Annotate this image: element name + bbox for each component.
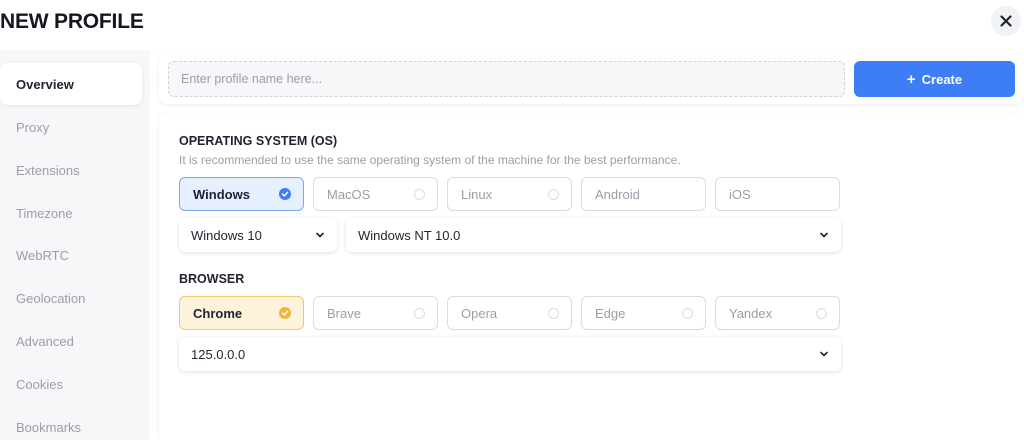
create-button-label: Create bbox=[921, 71, 963, 87]
sidebar-item-extensions[interactable]: Extensions bbox=[0, 149, 142, 191]
chevron-down-icon bbox=[316, 232, 324, 238]
radio-icon bbox=[548, 307, 559, 319]
os-option-macos[interactable]: MacOS bbox=[313, 177, 438, 211]
os-section-description: It is recommended to use the same operat… bbox=[179, 153, 681, 167]
sidebar-item-geolocation[interactable]: Geolocation bbox=[0, 277, 142, 319]
chevron-down-icon bbox=[820, 351, 828, 357]
sidebar-item-label: Overview bbox=[16, 76, 74, 92]
sidebar-item-label: Timezone bbox=[16, 205, 73, 221]
browser-option-label: Brave bbox=[327, 305, 361, 321]
profile-settings-panel: OPERATING SYSTEM (OS) It is recommended … bbox=[159, 113, 1024, 440]
browser-option-label: Chrome bbox=[193, 305, 243, 321]
browser-option-label: Edge bbox=[595, 305, 626, 321]
sidebar-item-label: Extensions bbox=[16, 162, 80, 178]
create-button[interactable]: + Create bbox=[854, 61, 1015, 97]
os-option-label: Windows bbox=[193, 186, 250, 202]
sidebar-item-timezone[interactable]: Timezone bbox=[0, 192, 142, 234]
sidebar-item-label: Geolocation bbox=[16, 290, 86, 306]
chevron-down-icon bbox=[820, 232, 828, 238]
os-option-windows[interactable]: Windows bbox=[179, 177, 304, 211]
check-icon bbox=[279, 307, 291, 319]
browser-option-opera[interactable]: Opera bbox=[447, 296, 572, 330]
close-icon bbox=[1000, 15, 1012, 27]
browser-option-edge[interactable]: Edge bbox=[581, 296, 706, 330]
sidebar-item-label: WebRTC bbox=[16, 247, 69, 263]
os-option-label: MacOS bbox=[327, 186, 371, 202]
browser-option-yandex[interactable]: Yandex bbox=[715, 296, 840, 330]
os-version-value: Windows 10 bbox=[191, 227, 262, 243]
browser-version-value: 125.0.0.0 bbox=[191, 346, 246, 362]
sidebar-item-bookmarks[interactable]: Bookmarks bbox=[0, 406, 142, 440]
os-nt-version-select[interactable]: Windows NT 10.0 bbox=[346, 218, 841, 252]
radio-icon bbox=[414, 188, 425, 200]
plus-icon: + bbox=[906, 70, 916, 88]
profile-name-bar: + Create bbox=[159, 52, 1024, 104]
sidebar-item-label: Proxy bbox=[16, 119, 50, 135]
sidebar-item-label: Cookies bbox=[16, 376, 63, 392]
sidebar-item-label: Advanced bbox=[16, 333, 74, 349]
sidebar-item-webrtc[interactable]: WebRTC bbox=[0, 234, 142, 276]
os-version-select[interactable]: Windows 10 bbox=[179, 218, 337, 252]
close-button[interactable] bbox=[991, 6, 1021, 36]
sidebar-item-label: Bookmarks bbox=[16, 419, 82, 435]
radio-icon bbox=[548, 188, 559, 200]
browser-version-select[interactable]: 125.0.0.0 bbox=[179, 337, 841, 371]
browser-option-label: Opera bbox=[461, 305, 498, 321]
sidebar-item-cookies[interactable]: Cookies bbox=[0, 363, 142, 405]
os-option-label: iOS bbox=[729, 186, 751, 202]
sidebar-item-advanced[interactable]: Advanced bbox=[0, 320, 142, 362]
os-option-android[interactable]: Android bbox=[581, 177, 706, 211]
radio-icon bbox=[682, 307, 693, 319]
sidebar: Overview Proxy Extensions Timezone WebRT… bbox=[0, 50, 150, 440]
browser-option-brave[interactable]: Brave bbox=[313, 296, 438, 330]
radio-icon bbox=[414, 307, 425, 319]
os-section-title: OPERATING SYSTEM (OS) bbox=[179, 134, 338, 148]
os-option-ios[interactable]: iOS bbox=[715, 177, 840, 211]
os-option-linux[interactable]: Linux bbox=[447, 177, 572, 211]
browser-option-label: Yandex bbox=[729, 305, 773, 321]
check-icon bbox=[279, 188, 291, 200]
browser-section-title: BROWSER bbox=[179, 272, 245, 286]
profile-name-input[interactable] bbox=[168, 61, 845, 97]
sidebar-item-overview[interactable]: Overview bbox=[0, 63, 142, 105]
browser-option-chrome[interactable]: Chrome bbox=[179, 296, 304, 330]
os-option-label: Android bbox=[595, 186, 640, 202]
page-title: NEW PROFILE bbox=[0, 10, 144, 33]
os-option-label: Linux bbox=[461, 186, 493, 202]
radio-icon bbox=[816, 307, 827, 319]
sidebar-item-proxy[interactable]: Proxy bbox=[0, 106, 142, 148]
os-nt-version-value: Windows NT 10.0 bbox=[358, 227, 461, 243]
